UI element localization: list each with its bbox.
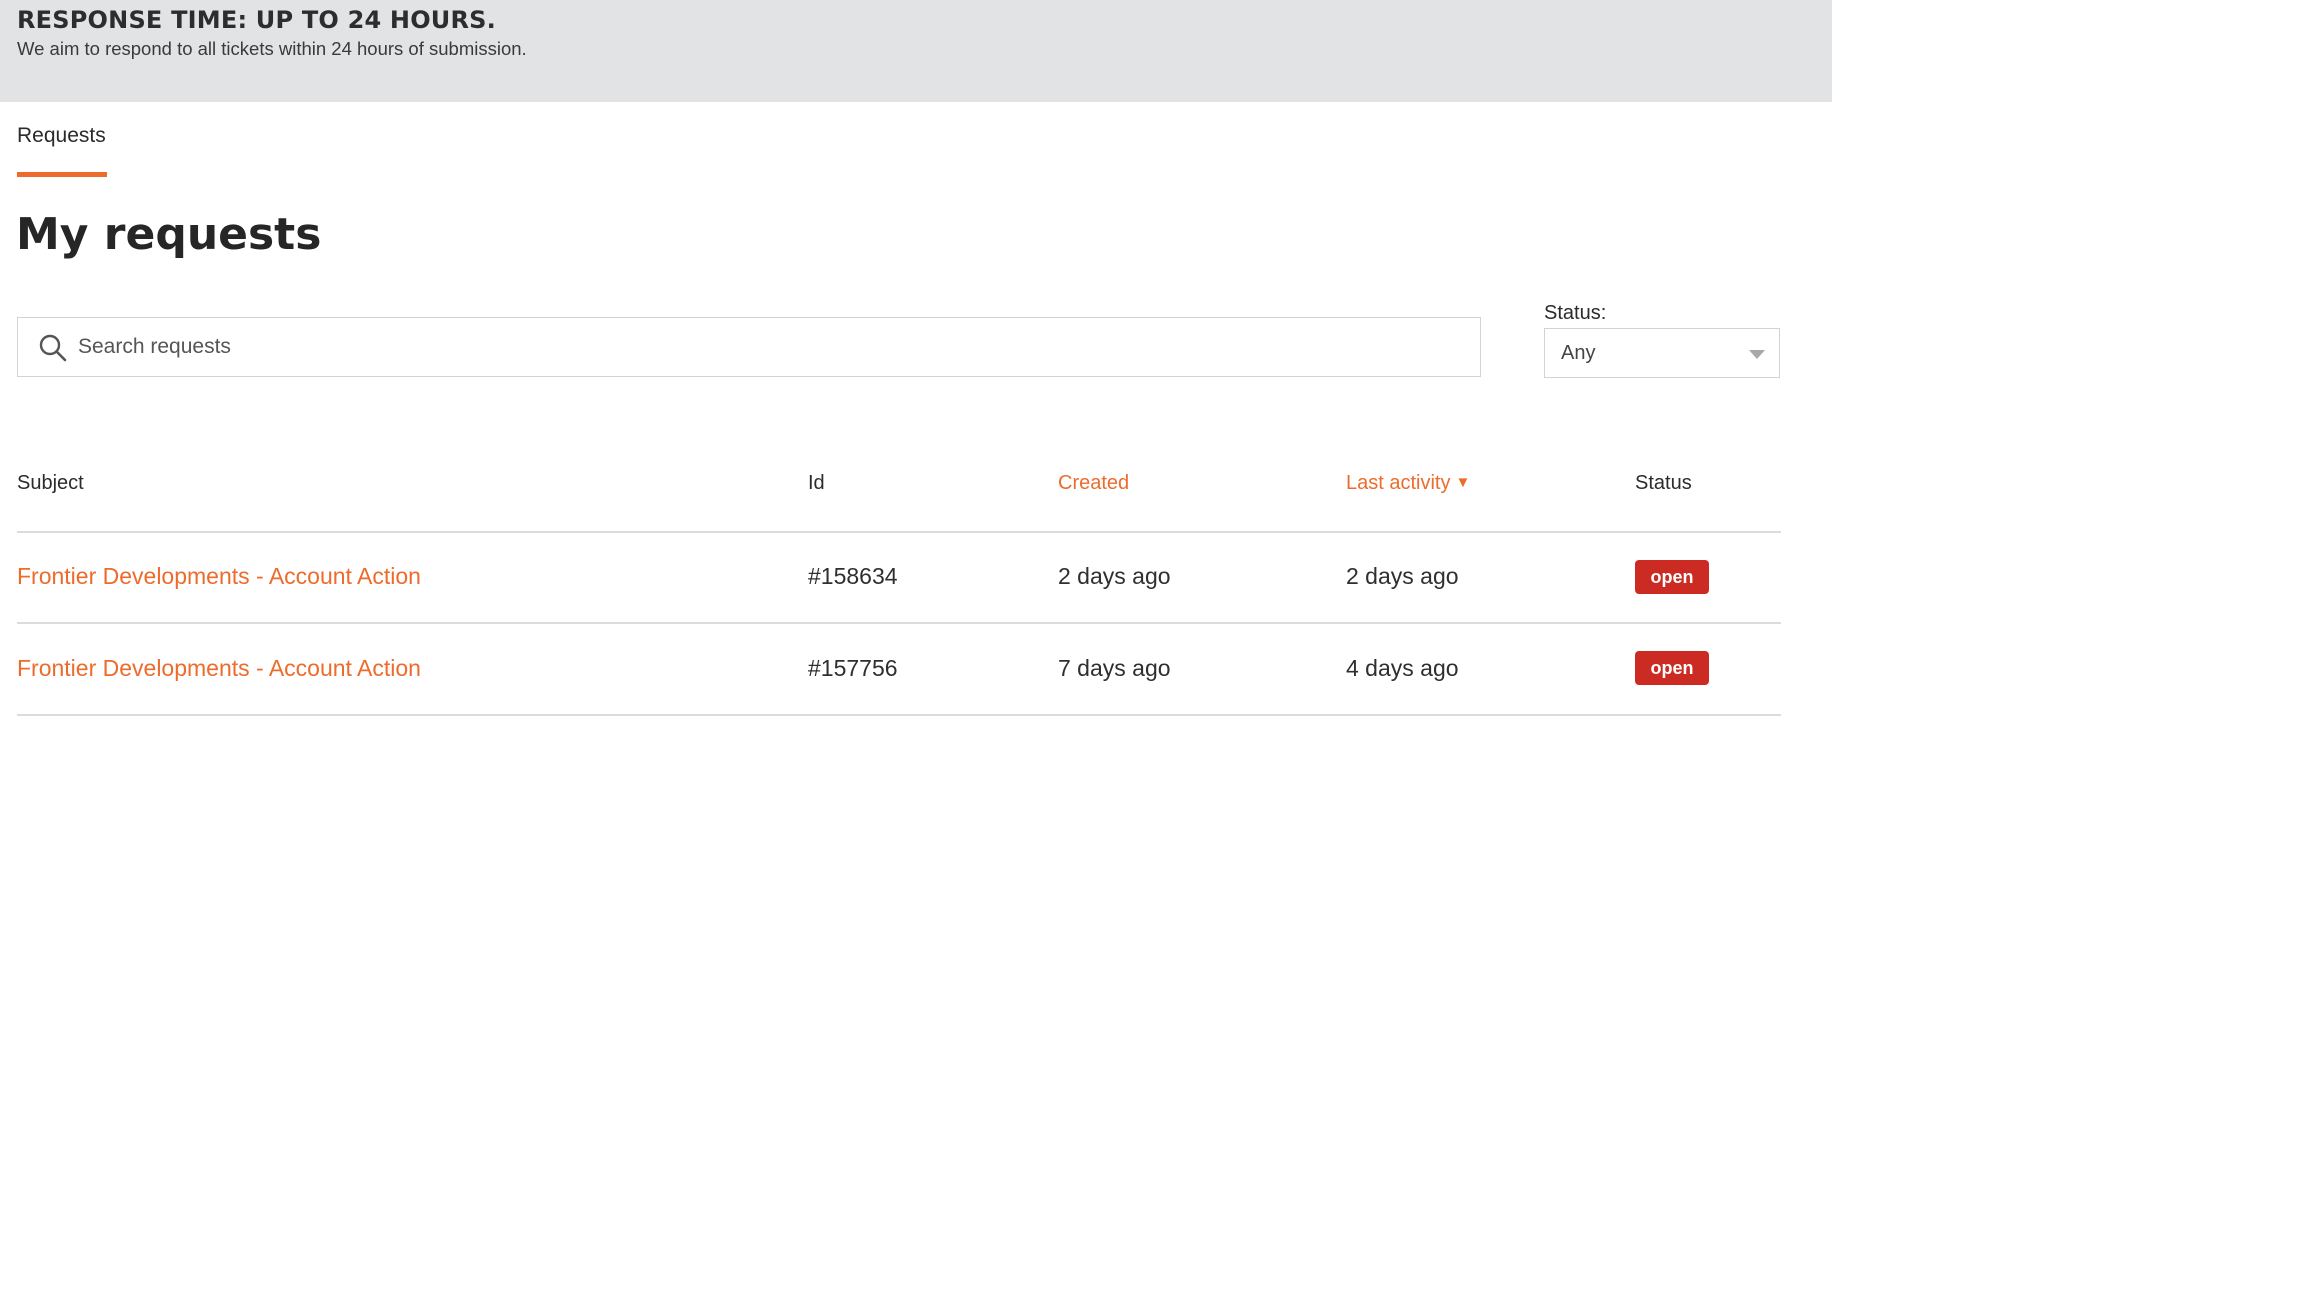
request-created: 2 days ago: [1058, 563, 1171, 589]
column-header-status: Status: [1635, 472, 1692, 494]
sort-descending-icon: ▼: [1455, 474, 1471, 491]
request-created: 7 days ago: [1058, 655, 1171, 681]
request-id: #157756: [808, 655, 898, 681]
page-title: My requests: [16, 209, 322, 260]
request-subject-link[interactable]: Frontier Developments - Account Action: [17, 655, 421, 681]
search-input[interactable]: [78, 318, 1458, 376]
status-badge: open: [1635, 651, 1709, 685]
row-divider: [17, 714, 1781, 716]
active-tab-indicator: [17, 172, 107, 177]
table-header-divider: [17, 531, 1781, 533]
request-last-activity: 4 days ago: [1346, 655, 1459, 681]
status-filter-label: Status:: [1544, 302, 1607, 324]
search-icon: [39, 334, 67, 362]
column-header-last-activity[interactable]: Last activity ▼: [1346, 472, 1470, 495]
column-header-created[interactable]: Created: [1058, 472, 1129, 495]
status-filter-select[interactable]: Any: [1544, 328, 1780, 378]
table-row[interactable]: Frontier Developments - Account Action: [17, 563, 421, 590]
column-header-id: Id: [808, 472, 825, 494]
banner-subtitle: We aim to respond to all tickets within …: [17, 38, 527, 59]
request-last-activity: 2 days ago: [1346, 563, 1459, 589]
column-header-last-activity-label: Last activity: [1346, 472, 1451, 494]
request-id: #158634: [808, 563, 898, 589]
tab-requests[interactable]: Requests: [17, 124, 106, 148]
announcement-banner: RESPONSE TIME: UP TO 24 HOURS. We aim to…: [0, 0, 1832, 102]
chevron-down-icon: [1749, 350, 1765, 359]
row-divider: [17, 622, 1781, 624]
request-subject-link[interactable]: Frontier Developments - Account Action: [17, 563, 421, 589]
column-header-subject: Subject: [17, 472, 84, 494]
search-box[interactable]: [17, 317, 1481, 377]
banner-title: RESPONSE TIME: UP TO 24 HOURS.: [17, 6, 496, 34]
status-filter-value: Any: [1561, 342, 1596, 364]
table-row[interactable]: Frontier Developments - Account Action: [17, 655, 421, 682]
status-badge: open: [1635, 560, 1709, 594]
